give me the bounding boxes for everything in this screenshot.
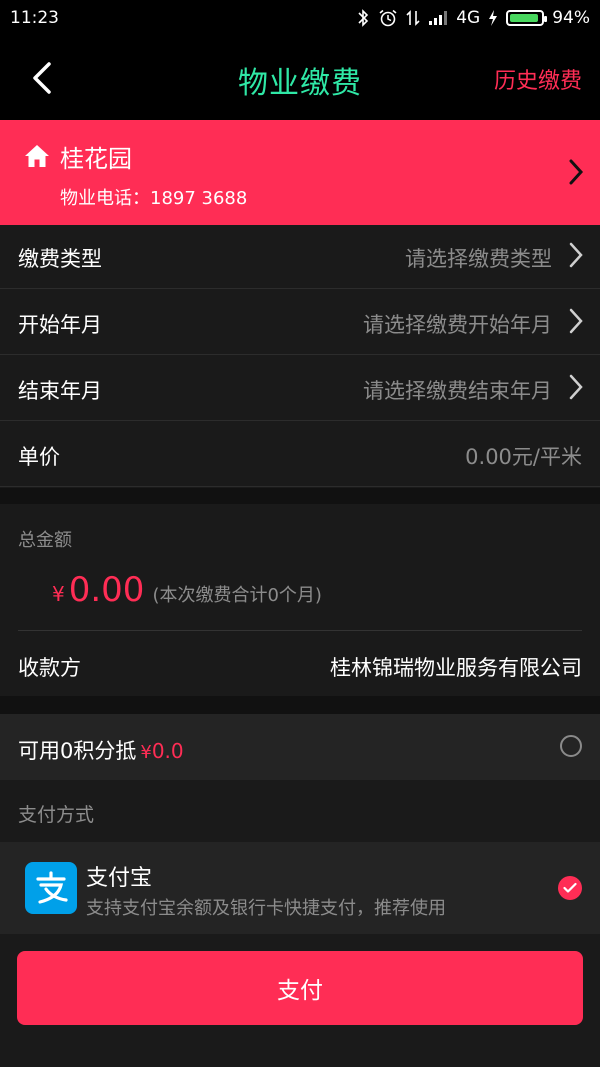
fee-type-placeholder: 请选择缴费类型	[405, 247, 552, 271]
history-payments-link[interactable]: 历史缴费	[494, 63, 582, 95]
payee-label: 收款方	[18, 656, 81, 680]
signal-icon	[429, 11, 448, 25]
unit-price-value: 0.00元/平米	[465, 445, 582, 469]
app-header: 物业缴费 历史缴费	[0, 36, 600, 120]
status-icons: 4G 94%	[356, 8, 590, 28]
end-month-label: 结束年月	[18, 379, 102, 403]
unit-price-row: 单价 0.00元/平米	[0, 423, 600, 487]
start-month-label: 开始年月	[18, 313, 102, 337]
points-amount: 0.0	[151, 739, 184, 763]
total-caption: 总金额	[18, 530, 72, 551]
divider	[18, 630, 582, 631]
selected-check-icon[interactable]	[558, 876, 582, 900]
chevron-right-icon	[569, 242, 583, 268]
property-phone-label: 物业电话：	[60, 188, 150, 209]
payment-method-caption: 支付方式	[18, 804, 95, 826]
points-label: 可用0积分抵	[18, 739, 137, 763]
property-phone: 物业电话：1897 3688	[60, 184, 247, 210]
alipay-name: 支付宝	[86, 866, 153, 891]
total-amount: 0.00	[68, 570, 145, 610]
pay-button[interactable]: 支付	[17, 951, 583, 1025]
alarm-icon	[379, 9, 397, 27]
community-banner[interactable]: 桂花园 物业电话：1897 3688	[0, 120, 600, 225]
total-amount-line: ¥ 0.00 (本次缴费合计0个月)	[52, 570, 322, 610]
points-currency: ¥	[140, 742, 152, 763]
chevron-right-icon	[569, 159, 584, 185]
fee-type-row[interactable]: 缴费类型 请选择缴费类型	[0, 225, 600, 289]
property-phone-value: 1897 3688	[150, 188, 248, 209]
status-bar: 11:23 4G 94%	[0, 0, 600, 36]
section-divider	[0, 696, 600, 714]
payee-value: 桂林锦瑞物业服务有限公司	[330, 656, 582, 680]
chevron-right-icon	[569, 308, 583, 334]
data-arrows-icon	[406, 10, 420, 26]
points-radio[interactable]	[560, 735, 582, 757]
start-month-placeholder: 请选择缴费开始年月	[363, 313, 552, 337]
status-time: 11:23	[10, 8, 59, 28]
currency-symbol: ¥	[52, 582, 65, 606]
end-month-placeholder: 请选择缴费结束年月	[363, 379, 552, 403]
chevron-right-icon	[569, 374, 583, 400]
unit-price-label: 单价	[18, 445, 60, 469]
alipay-description: 支持支付宝余额及银行卡快捷支付，推荐使用	[86, 898, 446, 919]
bluetooth-icon	[358, 9, 369, 27]
battery-icon	[506, 10, 548, 26]
network-type: 4G	[456, 8, 481, 28]
start-month-row[interactable]: 开始年月 请选择缴费开始年月	[0, 291, 600, 355]
battery-percent: 94%	[552, 8, 590, 28]
points-deduction-row[interactable]: 可用0积分抵 ¥0.0	[0, 714, 600, 780]
total-section: 总金额 ¥ 0.00 (本次缴费合计0个月) 收款方 桂林锦瑞物业服务有限公司	[0, 504, 600, 696]
end-month-row[interactable]: 结束年月 请选择缴费结束年月	[0, 357, 600, 421]
community-name: 桂花园	[60, 145, 132, 173]
total-note: (本次缴费合计0个月)	[152, 585, 322, 606]
fee-type-label: 缴费类型	[18, 247, 102, 271]
alipay-logo	[25, 862, 77, 914]
section-divider	[0, 488, 600, 504]
points-label-line: 可用0积分抵 ¥0.0	[18, 735, 184, 765]
alipay-icon	[36, 871, 68, 904]
home-icon	[25, 145, 49, 167]
alipay-option[interactable]: 支付宝 支持支付宝余额及银行卡快捷支付，推荐使用	[0, 842, 600, 934]
charging-icon	[489, 10, 498, 26]
